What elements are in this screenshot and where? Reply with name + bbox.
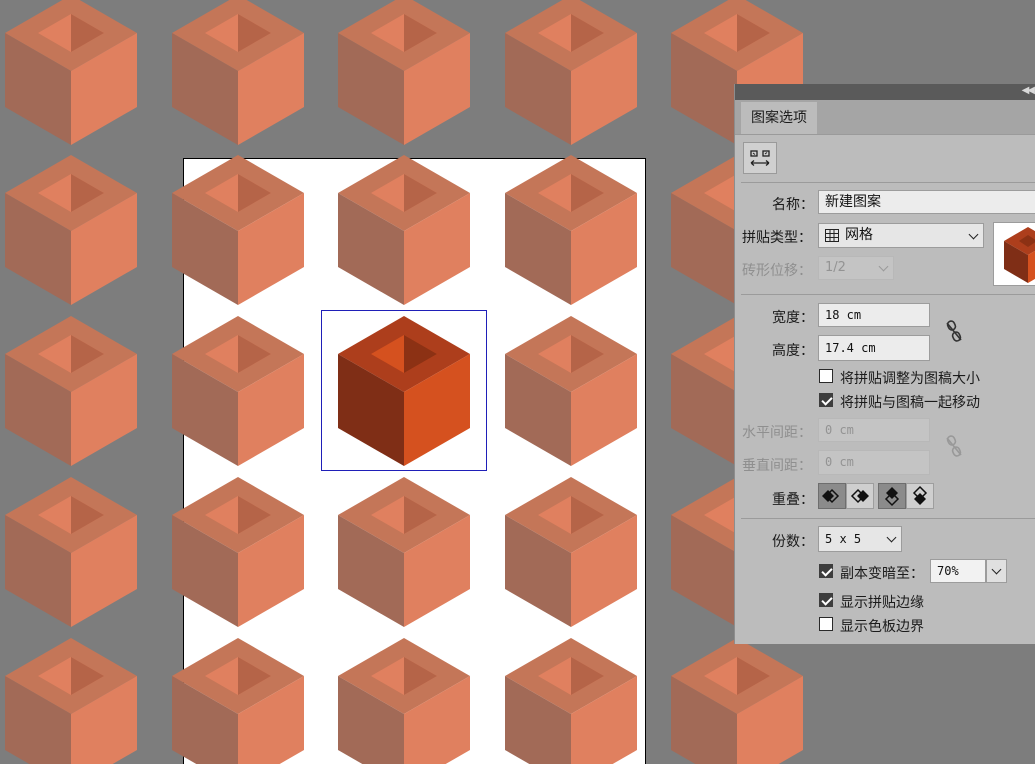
dim-copies-label: 副本变暗至： (840, 566, 924, 582)
show-tile-edge-checkbox[interactable] (819, 593, 833, 607)
pattern-copy-cube (505, 0, 637, 145)
pattern-copy-cube (172, 316, 304, 466)
resize-tile-checkbox[interactable] (819, 369, 833, 383)
overlap-right-in-front-button[interactable] (846, 483, 874, 509)
height-input[interactable]: 17.4 cm (818, 335, 930, 361)
pattern-copy-cube (671, 638, 803, 764)
pattern-copy-cube (338, 155, 470, 305)
collapse-panel-icon[interactable]: ◀◀ (1022, 85, 1035, 96)
pattern-options-panel: ◀◀ 图案选项 名称： 新建图案 拼贴类型： 网格 砖形位移： 1/2 宽度： … (734, 84, 1035, 644)
h-spacing-label: 水平间距： (742, 425, 812, 441)
width-label: 宽度： (772, 310, 814, 326)
pattern-tile-tool-button[interactable] (743, 142, 777, 174)
h-spacing-input[interactable]: 0 cm (818, 418, 930, 442)
pattern-copy-cube (172, 477, 304, 627)
panel-header-strip[interactable]: ◀◀ (735, 84, 1035, 100)
separator (741, 518, 1035, 519)
width-input[interactable]: 18 cm (818, 303, 930, 327)
separator (741, 294, 1035, 295)
copies-dropdown[interactable]: 5 x 5 (818, 526, 902, 552)
overlap-top-icon (884, 487, 900, 507)
dim-copies-dropdown-button[interactable] (986, 559, 1007, 583)
pattern-copy-cube (172, 0, 304, 145)
overlap-bottom-icon (912, 485, 928, 505)
link-broken-icon[interactable] (945, 434, 963, 458)
resize-tile-label: 将拼贴调整为图稿大小 (840, 371, 980, 387)
grid-icon (825, 229, 839, 242)
pattern-preview-swatch (993, 222, 1035, 286)
name-label: 名称： (772, 197, 814, 213)
show-swatch-bounds-label: 显示色板边界 (840, 619, 924, 635)
height-label: 高度： (772, 343, 814, 359)
v-spacing-label: 垂直间距： (742, 458, 812, 474)
pattern-name-input[interactable]: 新建图案 (818, 190, 1035, 214)
pattern-copy-cube (5, 0, 137, 145)
copies-value: 5 x 5 (825, 532, 862, 546)
brick-offset-dropdown[interactable]: 1/2 (818, 256, 894, 280)
pattern-copy-cube (338, 0, 470, 145)
dim-copies-input[interactable]: 70% (930, 559, 986, 583)
pattern-copy-cube (505, 477, 637, 627)
pattern-tile-boundary[interactable] (321, 310, 487, 471)
overlap-top-in-front-button[interactable] (878, 483, 906, 509)
pattern-copy-cube (5, 638, 137, 764)
pattern-copy-cube (505, 638, 637, 764)
chevron-down-icon (886, 532, 897, 543)
overlap-right-icon (850, 488, 869, 504)
overlap-left-in-front-button[interactable] (818, 483, 846, 509)
chevron-down-icon (968, 229, 979, 239)
tile-type-value: 网格 (845, 227, 873, 243)
dim-copies-checkbox[interactable] (819, 564, 833, 578)
pattern-copy-cube (172, 638, 304, 764)
pattern-copy-cube (338, 638, 470, 764)
brick-offset-label: 砖形位移： (742, 263, 812, 279)
overlap-label: 重叠： (772, 492, 814, 508)
overlap-left-icon (822, 488, 840, 504)
move-tile-checkbox[interactable] (819, 393, 833, 407)
v-spacing-input[interactable]: 0 cm (818, 450, 930, 475)
pattern-copy-cube (338, 477, 470, 627)
pattern-copy-cube (505, 155, 637, 305)
move-tile-label: 将拼贴与图稿一起移动 (840, 395, 980, 411)
pattern-copy-cube (5, 477, 137, 627)
pattern-copy-cube (172, 155, 304, 305)
link-broken-icon[interactable] (945, 319, 963, 343)
tile-type-dropdown[interactable]: 网格 (818, 223, 984, 248)
chevron-down-icon (991, 564, 1002, 575)
show-swatch-bounds-checkbox[interactable] (819, 617, 833, 631)
panel-tab-bar: 图案选项 (735, 100, 1035, 135)
show-tile-edge-label: 显示拼贴边缘 (840, 595, 924, 611)
overlap-bottom-in-front-button[interactable] (906, 483, 934, 509)
separator (741, 182, 1035, 183)
pattern-copy-cube (5, 316, 137, 466)
chevron-down-icon (878, 261, 889, 272)
brick-offset-value: 1/2 (825, 260, 846, 275)
pattern-tile-tool-icon (750, 150, 770, 166)
copies-label: 份数： (772, 534, 814, 550)
pattern-copy-cube (5, 155, 137, 305)
pattern-copy-cube (505, 316, 637, 466)
tab-pattern-options[interactable]: 图案选项 (741, 102, 817, 134)
tile-type-label: 拼贴类型： (742, 230, 812, 246)
